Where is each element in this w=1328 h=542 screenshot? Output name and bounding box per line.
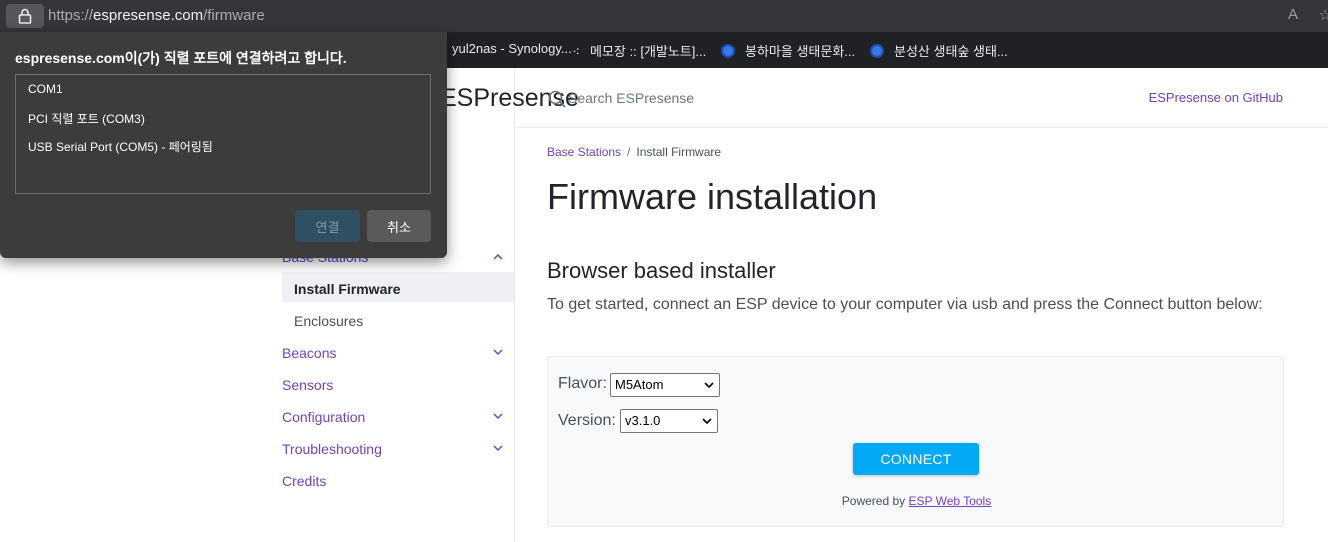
dots-icon: ⁖: [572, 44, 580, 59]
breadcrumb: Base Stations / Install Firmware: [547, 145, 721, 159]
version-value: v3.1.0: [625, 413, 661, 428]
sidebar-item-configuration[interactable]: Configuration: [282, 409, 365, 425]
powered-by-text: Powered by: [841, 494, 906, 508]
bookmark-item[interactable]: yul2nas - Synology...: [452, 41, 572, 56]
sidebar-item-sensors[interactable]: Sensors: [282, 377, 333, 393]
version-label: Version:: [558, 412, 616, 429]
dialog-connect-button[interactable]: 연결: [295, 210, 360, 242]
serial-port-dialog: espresense.com이(가) 직렬 포트에 연결하려고 합니다. COM…: [0, 32, 447, 258]
port-option[interactable]: USB Serial Port (COM5) - 페어링됨: [28, 138, 213, 155]
search-input[interactable]: [568, 86, 868, 110]
flavor-label: Flavor:: [558, 375, 607, 392]
bookmark-item[interactable]: ⁖ 메모장 :: [개발노트]...: [568, 41, 706, 60]
bookmark-label: 메모장 :: [개발노트]...: [590, 44, 707, 59]
globe-icon: [870, 44, 884, 58]
intro-text: To get started, connect an ESP device to…: [547, 296, 1263, 313]
site-info-button[interactable]: [6, 4, 44, 28]
bookmark-item[interactable]: 분성산 생태숲 생태...: [870, 41, 1008, 60]
chevron-down-icon[interactable]: [492, 346, 504, 358]
sidebar-item-troubleshooting[interactable]: Troubleshooting: [282, 441, 382, 457]
sidebar-item-credits[interactable]: Credits: [282, 473, 326, 489]
breadcrumb-current: Install Firmware: [636, 145, 722, 159]
top-bar: ESPresense on GitHub: [516, 68, 1328, 128]
github-link[interactable]: ESPresense on GitHub: [1149, 90, 1283, 105]
port-option[interactable]: COM1: [28, 82, 63, 96]
breadcrumb-link[interactable]: Base Stations: [547, 145, 621, 159]
address-bar: https://espresense.com/firmware A ☆: [0, 0, 1328, 32]
chevron-down-icon[interactable]: [492, 410, 504, 422]
bookmark-item[interactable]: 봉하마을 생태문화...: [721, 41, 855, 60]
chevron-down-icon: [702, 418, 712, 425]
url-scheme: https://: [48, 7, 94, 24]
dialog-cancel-button[interactable]: 취소: [367, 210, 431, 242]
version-select[interactable]: v3.1.0: [620, 409, 718, 433]
sidebar-item-enclosures[interactable]: Enclosures: [294, 313, 363, 329]
search-icon: [548, 90, 566, 108]
url-field[interactable]: https://espresense.com/firmware: [48, 7, 265, 24]
powered-by: Powered by ESP Web Tools: [548, 494, 1285, 508]
lock-icon: [18, 8, 32, 24]
read-aloud-icon[interactable]: A: [1288, 6, 1298, 23]
chevron-up-icon[interactable]: [492, 251, 504, 263]
bookmark-label: 봉하마을 생태문화...: [745, 44, 856, 59]
connect-button[interactable]: CONNECT: [853, 443, 979, 475]
bookmark-label: 분성산 생태숲 생태...: [894, 44, 1008, 59]
chevron-down-icon[interactable]: [492, 442, 504, 454]
port-list: COM1 PCI 직렬 포트 (COM3) USB Serial Port (C…: [15, 74, 431, 194]
globe-icon: [721, 44, 735, 58]
esp-web-tools-link[interactable]: ESP Web Tools: [909, 494, 992, 508]
section-title: Browser based installer: [547, 258, 776, 283]
flavor-select[interactable]: M5Atom: [610, 373, 720, 397]
dialog-title: espresense.com이(가) 직렬 포트에 연결하려고 합니다.: [15, 50, 347, 66]
page-title: Firmware installation: [547, 176, 878, 217]
url-host: espresense.com: [93, 7, 204, 24]
installer-panel: Flavor: M5Atom Version: v3.1.0 CONNECT P…: [547, 356, 1284, 527]
flavor-value: M5Atom: [615, 377, 664, 392]
breadcrumb-separator: /: [627, 145, 631, 159]
sidebar-item-install-firmware[interactable]: Install Firmware: [294, 281, 401, 297]
bookmark-label: yul2nas - Synology...: [452, 41, 572, 56]
port-option[interactable]: PCI 직렬 포트 (COM3): [28, 110, 145, 127]
sidebar-item-beacons[interactable]: Beacons: [282, 345, 336, 361]
url-path: /firmware: [203, 7, 265, 24]
favorite-star-icon[interactable]: ☆: [1319, 6, 1328, 24]
chevron-down-icon: [704, 382, 714, 389]
